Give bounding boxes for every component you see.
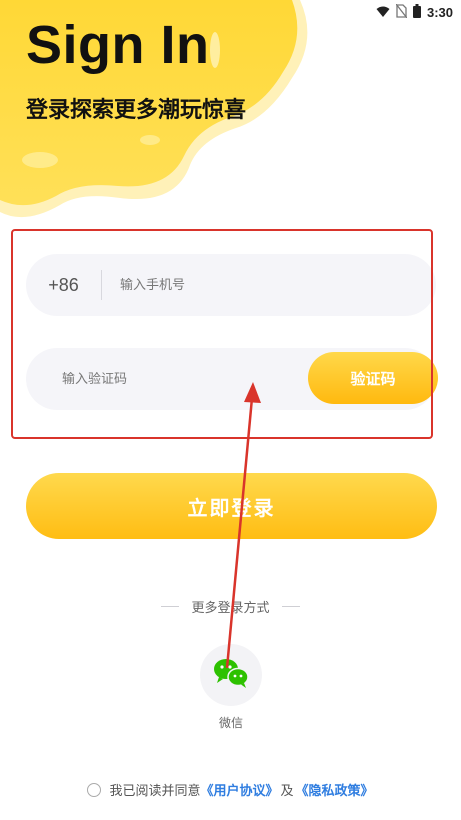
agreement-conjunction: 及 bbox=[280, 784, 294, 799]
wechat-label: 微信 bbox=[218, 716, 243, 730]
status-bar: 3:30 bbox=[0, 0, 461, 22]
country-code[interactable]: +86 bbox=[26, 275, 101, 296]
status-time: 3:30 bbox=[426, 5, 453, 20]
wechat-icon bbox=[211, 656, 251, 694]
battery-icon bbox=[412, 3, 421, 22]
page-title: Sign In bbox=[26, 15, 210, 75]
wechat-login-button[interactable] bbox=[200, 644, 262, 706]
phone-input[interactable] bbox=[120, 277, 400, 293]
verification-code-input[interactable] bbox=[62, 371, 292, 387]
agreement-checkbox[interactable] bbox=[87, 782, 102, 797]
divider-right bbox=[281, 606, 300, 607]
wifi-icon bbox=[376, 3, 390, 22]
agreement-prefix: 我已阅读并同意 bbox=[109, 784, 201, 799]
privacy-policy-link[interactable]: 《隐私政策》 bbox=[296, 780, 374, 799]
user-agreement-link[interactable]: 《用户协议》 bbox=[200, 780, 278, 799]
divider-left bbox=[161, 606, 180, 607]
no-sim-icon bbox=[395, 3, 408, 22]
verification-code-field: 验证码 bbox=[26, 348, 438, 410]
phone-field: +86 bbox=[26, 254, 436, 316]
page-subtitle: 登录探索更多潮玩惊喜 bbox=[26, 98, 247, 123]
status-icons: 3:30 bbox=[376, 3, 453, 22]
get-code-button[interactable]: 验证码 bbox=[308, 352, 438, 404]
login-button[interactable]: 立即登录 bbox=[26, 473, 437, 539]
more-login-methods: 更多登录方式 bbox=[0, 597, 461, 616]
more-login-methods-label: 更多登录方式 bbox=[191, 601, 270, 616]
divider bbox=[101, 270, 102, 300]
agreement-row: 我已阅读并同意 《用户协议》 及 《隐私政策》 bbox=[0, 780, 461, 799]
